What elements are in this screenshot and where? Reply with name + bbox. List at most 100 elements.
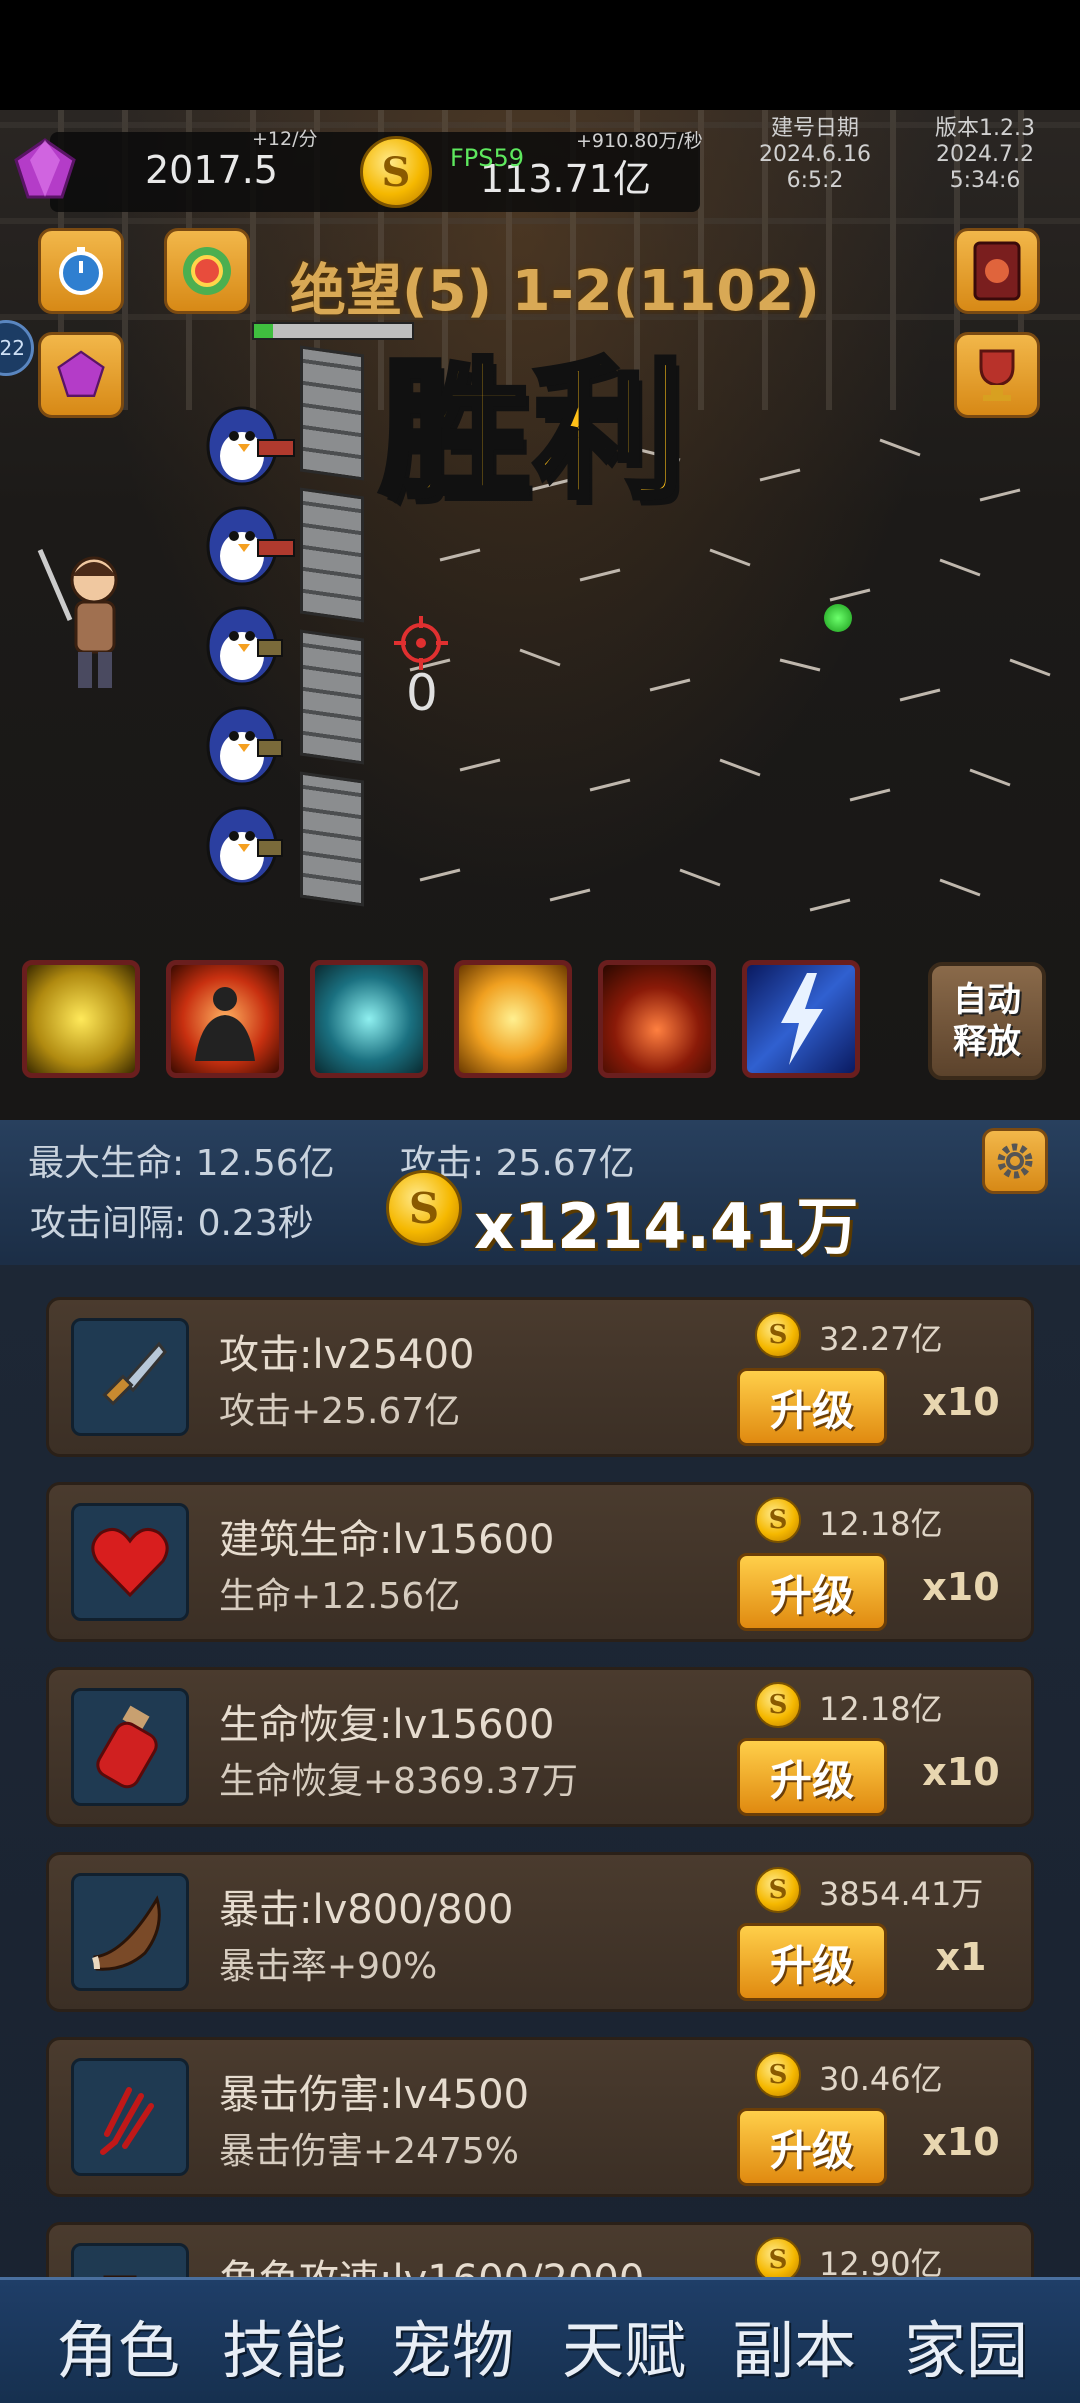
- card-button[interactable]: [954, 228, 1040, 314]
- nav-tab-pets[interactable]: 宠物: [390, 2300, 514, 2390]
- upgrade-card-building-hp: 建筑生命:lv15600 生命+12.56亿 S 12.18亿 升级 x10: [46, 1482, 1034, 1642]
- nav-tab-talents[interactable]: 天赋: [562, 2300, 686, 2390]
- upgrade-icon-frame: [71, 1873, 189, 1991]
- cost-coin-icon: S: [755, 2052, 801, 2098]
- upgrade-title: 暴击伤害:lv4500: [219, 2072, 530, 2118]
- upgrade-card-crit: 暴击:lv800/800 暴击率+90% S 3854.41万 升级 x1: [46, 1852, 1034, 2012]
- cost-coin-icon: S: [755, 1682, 801, 1728]
- version-block: 版本1.2.3 2024.7.2 5:34:6: [910, 116, 1060, 194]
- claw-icon: [100, 2087, 154, 2155]
- upgrade-card-crit-damage: 暴击伤害:lv4500 暴击伤害+2475% S 30.46亿 升级 x10: [46, 2037, 1034, 2197]
- cost-coin-icon: S: [755, 1867, 801, 1913]
- upgrade-card-attack-speed: 角色攻速:lv1600/2000 S 12.90亿 升级 x10: [46, 2222, 1034, 2277]
- upgrade-button[interactable]: 升级: [737, 1368, 887, 1446]
- nav-tab-home[interactable]: 家园: [904, 2300, 1028, 2390]
- gem-shop-icon: [57, 350, 105, 397]
- muscle-figure-icon: [195, 987, 255, 1061]
- bottom-nav: 角色 技能 宠物 天赋 副本 家园: [0, 2277, 1080, 2403]
- gem-count: 2017.5: [145, 148, 278, 192]
- upgrade-button[interactable]: 升级: [737, 1553, 887, 1631]
- green-orb: [824, 604, 852, 632]
- auto-cast-label-1: 自动: [953, 980, 1021, 1020]
- skill-lightning-button[interactable]: [742, 960, 860, 1078]
- upgrade-desc: 生命恢复+8369.37万: [219, 1761, 579, 1802]
- penguin-4: [206, 706, 283, 786]
- boot-icon: [103, 2275, 137, 2277]
- victory-banner: 胜利: [377, 342, 689, 522]
- build-date-block: 建号日期 2024.6.16 6:5:2: [740, 116, 890, 194]
- skill-vortex-button[interactable]: [22, 960, 140, 1078]
- stage-progress-fill: [254, 324, 273, 338]
- lightning-icon: [781, 973, 823, 1065]
- settings-button[interactable]: [982, 1128, 1048, 1194]
- gear-icon: [997, 1143, 1033, 1179]
- multiplier-toggle[interactable]: x10: [911, 2120, 1011, 2164]
- fps-counter: FPS59: [450, 144, 525, 172]
- upgrade-cost: 12.18亿: [819, 1690, 943, 1728]
- auto-cast-label-2: 释放: [953, 1022, 1021, 1062]
- skill-rage-button[interactable]: [166, 960, 284, 1078]
- upgrade-title: 建筑生命:lv15600: [219, 1517, 555, 1563]
- skill-meteor-button[interactable]: [598, 960, 716, 1078]
- hero-character: [37, 549, 118, 688]
- heart-icon: [91, 1527, 169, 1598]
- skill-whirlwind-button[interactable]: [310, 960, 428, 1078]
- upgrade-button[interactable]: 升级: [737, 1923, 887, 2001]
- gold-coin-icon: S: [360, 136, 432, 208]
- gem-icon: [14, 138, 76, 199]
- barricade-column: [300, 345, 364, 910]
- build-date-label: 建号日期: [770, 116, 859, 141]
- multiplier-toggle[interactable]: x10: [911, 1750, 1011, 1794]
- reward-amount: x1214.41万: [474, 1190, 859, 1263]
- build-time-value: 6:5:2: [786, 168, 844, 193]
- penguin-gunners: [206, 406, 295, 886]
- nav-tab-character[interactable]: 角色: [56, 2300, 180, 2390]
- upgrade-cost: 3854.41万: [819, 1875, 984, 1913]
- stopwatch-button[interactable]: [38, 228, 124, 314]
- nav-tab-skills[interactable]: 技能: [222, 2300, 346, 2390]
- multiplier-toggle[interactable]: x10: [911, 1565, 1011, 1609]
- nav-tab-dungeon[interactable]: 副本: [732, 2300, 856, 2390]
- upgrade-cost: 32.27亿: [819, 1320, 943, 1358]
- max-hp-stat: 最大生命: 12.56亿: [28, 1143, 335, 1184]
- upgrade-desc: 暴击率+90%: [219, 1946, 438, 1987]
- flower-medal-icon: [183, 247, 231, 295]
- upgrade-button[interactable]: 升级: [737, 1738, 887, 1816]
- card-icon: [973, 241, 1021, 301]
- stats-panel: 最大生命: 12.56亿 攻击: 25.67亿 攻击间隔: 0.23秒 S x1…: [0, 1120, 1080, 1270]
- version-label: 版本1.2.3: [935, 116, 1035, 141]
- penguin-2: [206, 506, 295, 586]
- upgrade-desc: 暴击伤害+2475%: [219, 2131, 519, 2172]
- multiplier-toggle[interactable]: x1: [911, 1935, 1011, 1979]
- multiplier-toggle[interactable]: x10: [911, 1380, 1011, 1424]
- potion-icon: [96, 1705, 158, 1789]
- upgrade-icon-frame: [71, 2058, 189, 2176]
- upgrade-title: 生命恢复:lv15600: [219, 1702, 555, 1748]
- skill-blast-button[interactable]: [454, 960, 572, 1078]
- dagger-icon: [102, 1341, 167, 1406]
- cost-coin-icon: S: [755, 1497, 801, 1543]
- upgrade-list[interactable]: 攻击:lv25400 攻击+25.67亿 S 32.27亿 升级 x10 建筑生…: [0, 1265, 1080, 2277]
- upgrade-title: 角色攻速:lv1600/2000: [219, 2247, 644, 2277]
- upgrade-title: 暴击:lv800/800: [219, 1887, 514, 1933]
- cost-coin-icon: S: [755, 2237, 801, 2277]
- auto-cast-button[interactable]: 自动 释放: [928, 962, 1046, 1080]
- upgrade-button[interactable]: 升级: [737, 2108, 887, 2186]
- gold-rate: +910.80万/秒: [576, 130, 703, 152]
- upgrade-icon-frame: [71, 1318, 189, 1436]
- damage-counter: 0: [406, 664, 438, 722]
- upgrade-cost: 12.18亿: [819, 1505, 943, 1543]
- attack-interval-stat: 攻击间隔: 0.23秒: [30, 1203, 314, 1244]
- horn-icon: [92, 1895, 161, 1971]
- gem-shop-button[interactable]: [38, 332, 124, 418]
- version-time: 5:34:6: [949, 168, 1021, 193]
- upgrade-desc: 生命+12.56亿: [219, 1576, 461, 1617]
- upgrade-cost: 12.90亿: [819, 2245, 943, 2277]
- medal-button[interactable]: [164, 228, 250, 314]
- battle-scene: 2017.5 +12/分 S 113.71亿 FPS59 +910.80万/秒 …: [0, 110, 1080, 1120]
- trophy-icon: [979, 349, 1015, 401]
- build-date-value: 2024.6.16: [759, 142, 871, 167]
- upgrade-desc: 攻击+25.67亿: [219, 1391, 461, 1432]
- stopwatch-icon: [59, 247, 103, 295]
- trophy-button[interactable]: [954, 332, 1040, 418]
